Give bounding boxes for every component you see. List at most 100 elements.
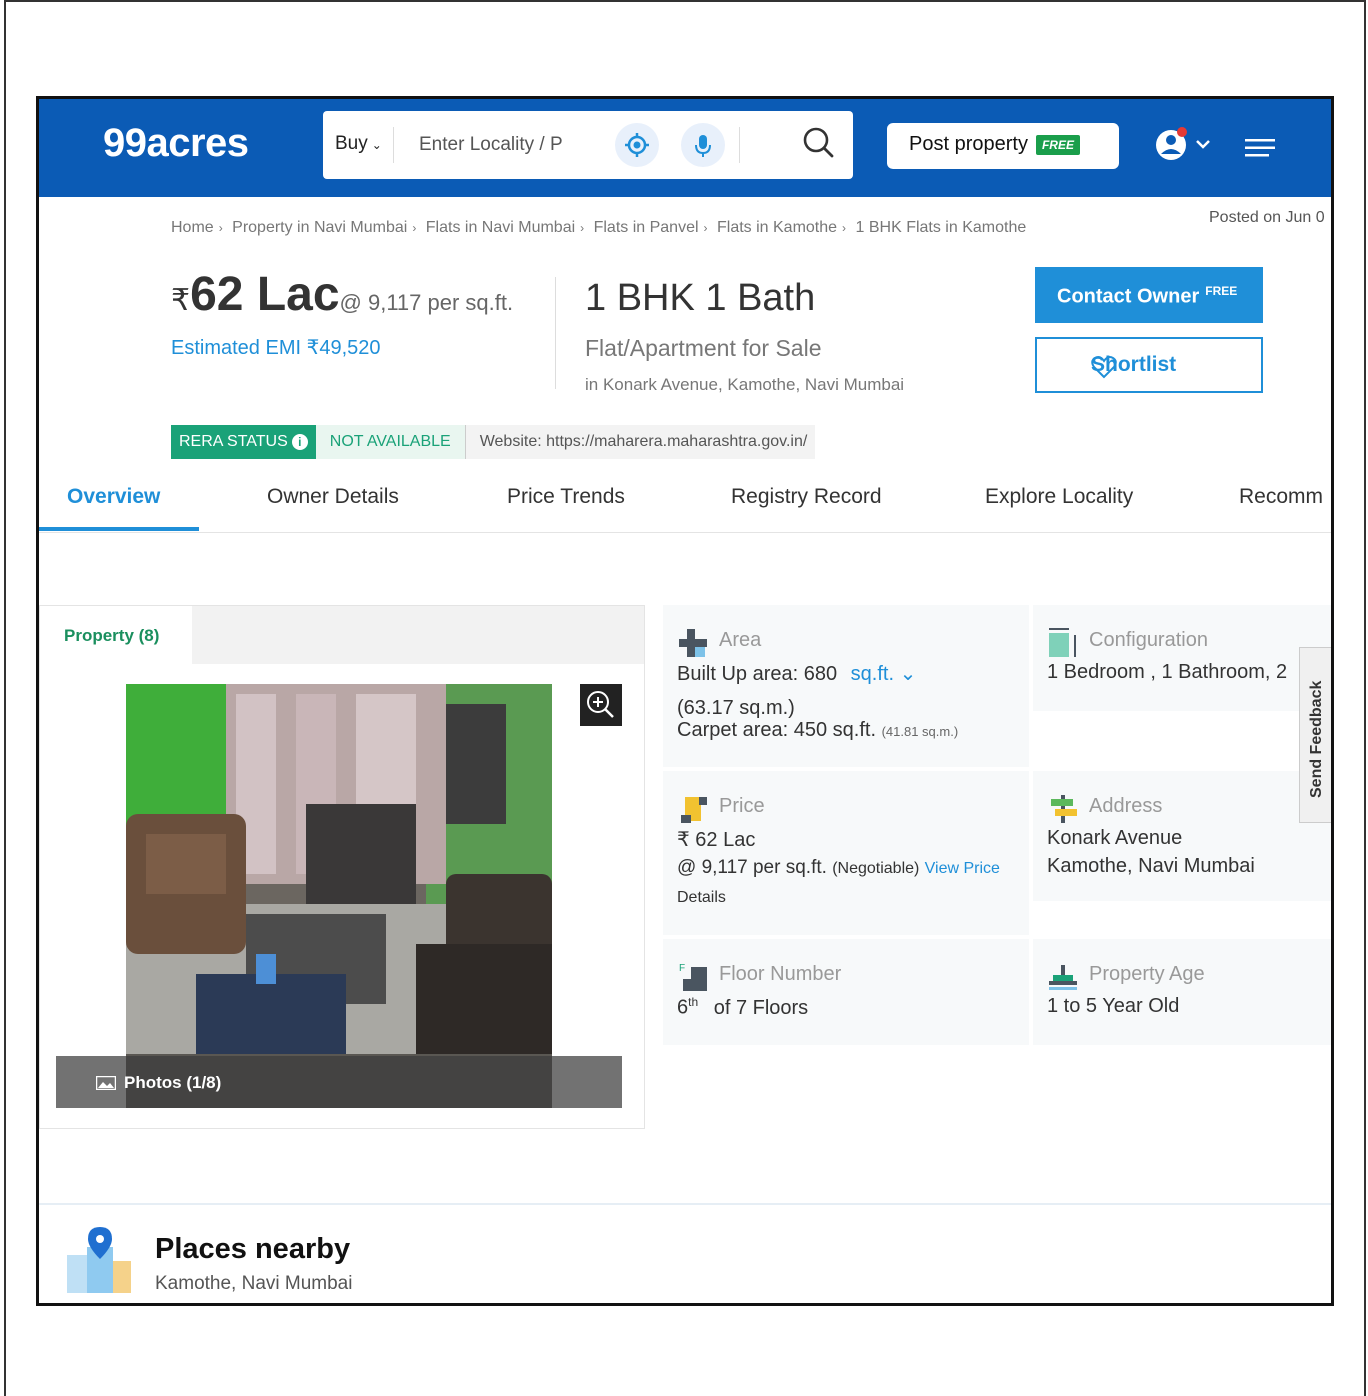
post-property-label: Post property <box>909 133 1028 155</box>
price-amount: 62 Lac <box>190 268 340 321</box>
buy-dropdown[interactable]: Buy ⌄ <box>335 133 382 155</box>
estimated-emi-link[interactable]: Estimated EMI ₹49,520 <box>171 335 381 360</box>
signpost-icon <box>1051 795 1077 823</box>
price-details-link[interactable]: Details <box>677 889 726 907</box>
carpet-area-sqm: (41.81 sq.m.) <box>881 724 959 739</box>
listing-location: in Konark Avenue, Kamothe, Navi Mumbai <box>585 375 905 394</box>
tab-price-trends[interactable]: Price Trends <box>507 485 625 509</box>
breadcrumb-separator: › <box>218 221 223 235</box>
places-nearby-icon <box>67 1227 131 1293</box>
configuration-icon <box>1049 628 1076 657</box>
image-icon <box>96 1076 116 1090</box>
search-icon[interactable] <box>801 125 835 159</box>
breadcrumb-item[interactable]: Flats in Panvel <box>594 219 699 236</box>
shortlist-button[interactable]: Shortlist <box>1035 337 1263 393</box>
rera-website[interactable]: Website: https://maharera.maharashtra.go… <box>465 425 816 459</box>
view-price-link[interactable]: View Price <box>925 860 1000 877</box>
detail-price-per-sqft: @ 9,117 per sq.ft. <box>677 857 827 878</box>
property-age-caption: Property Age <box>1089 963 1205 985</box>
floor-stairs-icon: F <box>679 963 707 991</box>
site-logo[interactable]: 99acres <box>103 121 249 166</box>
posted-date: Posted on Jun 0 <box>1209 209 1325 226</box>
breadcrumb-separator: › <box>842 221 847 235</box>
user-menu-button[interactable] <box>1153 125 1213 165</box>
photos-count-label: Photos (1/8) <box>124 1073 222 1092</box>
active-tab-indicator <box>39 527 199 531</box>
breadcrumb-item[interactable]: Flats in Navi Mumbai <box>426 219 575 236</box>
address-caption: Address <box>1089 795 1163 817</box>
property-details-grid: Area Built Up area: 680 sq.ft. ⌄ (63.17 … <box>663 605 1331 1045</box>
zoom-button[interactable] <box>580 684 622 726</box>
configuration-caption: Configuration <box>1089 629 1208 651</box>
photo-gallery: Property (8) Photos (1/8) <box>39 605 645 1129</box>
free-badge: FREE <box>1035 134 1080 155</box>
breadcrumb-item[interactable]: 1 BHK Flats in Kamothe <box>856 219 1027 236</box>
address-line-1: Konark Avenue <box>1047 827 1183 849</box>
listing-type: Flat/Apartment for Sale <box>585 335 822 361</box>
breadcrumb: Home › Property in Navi Mumbai › Flats in … <box>171 219 1026 237</box>
hamburger-menu-icon[interactable] <box>1245 137 1275 159</box>
info-icon[interactable]: i <box>291 434 308 450</box>
price-tag-icon <box>681 797 707 823</box>
listing-title: 1 BHK 1 Bath <box>585 277 816 319</box>
rera-status-badge: RERA STATUS i <box>171 425 316 459</box>
gallery-tab-property[interactable]: Property (8) <box>40 606 192 664</box>
address-line-2: Kamothe, Navi Mumbai <box>1047 855 1255 877</box>
living-room-photo <box>126 684 552 1108</box>
contact-owner-button[interactable]: Contact Owner FREE <box>1035 267 1263 323</box>
price-caption: Price <box>719 795 765 817</box>
floor-caption: Floor Number <box>719 963 842 985</box>
breadcrumb-item[interactable]: Home <box>171 219 214 236</box>
total-floors: of 7 Floors <box>713 996 809 1019</box>
section-divider <box>39 1203 1331 1205</box>
post-property-button[interactable]: Post property FREE <box>887 123 1119 169</box>
breadcrumb-item[interactable]: Property in Navi Mumbai <box>232 219 407 236</box>
chevron-down-icon: ⌄ <box>371 138 382 152</box>
property-age-value: 1 to 5 Year Old <box>1047 995 1180 1017</box>
send-feedback-button[interactable]: Send Feedback <box>1299 647 1331 823</box>
locate-button[interactable] <box>615 123 659 167</box>
property-age-icon <box>1049 965 1077 990</box>
section-tabs: Overview Owner Details Price Trends Regi… <box>39 471 1331 533</box>
zoom-in-icon <box>587 691 614 718</box>
photos-count-bar[interactable]: Photos (1/8) <box>56 1056 622 1108</box>
detail-floor: F Floor Number 6th of 7 Floors <box>663 939 1029 1045</box>
places-nearby-subtitle: Kamothe, Navi Mumbai <box>155 1273 353 1294</box>
gallery-tab-bar: Property (8) <box>40 606 644 664</box>
top-header: 99acres Buy ⌄ Enter Locality / P Post pr… <box>39 99 1331 197</box>
user-profile-icon <box>1156 127 1210 160</box>
area-unit-dropdown[interactable]: sq.ft. ⌄ <box>851 663 917 685</box>
chevron-down-icon: ⌄ <box>899 663 917 685</box>
breadcrumb-item[interactable]: Flats in Kamothe <box>717 219 837 236</box>
tab-recommendations[interactable]: Recomm <box>1239 485 1323 509</box>
breadcrumb-separator: › <box>412 221 417 235</box>
built-up-area-sqm: (63.17 sq.m.) <box>677 697 795 719</box>
search-divider-2 <box>739 127 740 163</box>
header-divider <box>555 277 556 389</box>
contact-free-label: FREE <box>1205 284 1238 298</box>
tab-overview[interactable]: Overview <box>67 485 160 509</box>
tab-registry-record[interactable]: Registry Record <box>731 485 882 509</box>
voice-search-button[interactable] <box>681 123 725 167</box>
negotiable-label: (Negotiable) <box>832 860 920 877</box>
property-photo[interactable] <box>126 684 552 1108</box>
breadcrumb-separator: › <box>580 221 585 235</box>
rera-strip: RERA STATUS i NOT AVAILABLE Website: http… <box>171 425 816 459</box>
svg-text:F: F <box>679 963 685 974</box>
rera-value: NOT AVAILABLE <box>315 425 466 459</box>
places-nearby-title: Places nearby <box>155 1233 351 1265</box>
price-per-sqft-row: @ 9,117 per sq.ft. (Negotiable) View Pri… <box>677 857 1000 879</box>
price-per-sqft: @ 9,117 per sq.ft. <box>339 290 514 315</box>
carpet-area-value: Carpet area: 450 sq.ft. <box>677 719 877 741</box>
tab-explore-locality[interactable]: Explore Locality <box>985 485 1133 509</box>
built-up-area-value: Built Up area: 680 <box>677 663 838 685</box>
contact-owner-label: Contact Owner <box>1057 285 1200 308</box>
price-block: ₹62 Lac@ 9,117 per sq.ft. <box>171 267 513 322</box>
floor-number: 6 <box>677 996 689 1019</box>
tab-owner-details[interactable]: Owner Details <box>267 485 399 509</box>
heart-icon <box>1091 356 1117 379</box>
search-input[interactable] <box>419 127 599 163</box>
carpet-area: Carpet area: 450 sq.ft. (41.81 sq.m.) <box>677 719 958 742</box>
detail-price: Price ₹ 62 Lac @ 9,117 per sq.ft. (Negot… <box>663 771 1029 935</box>
area-caption: Area <box>719 629 762 651</box>
